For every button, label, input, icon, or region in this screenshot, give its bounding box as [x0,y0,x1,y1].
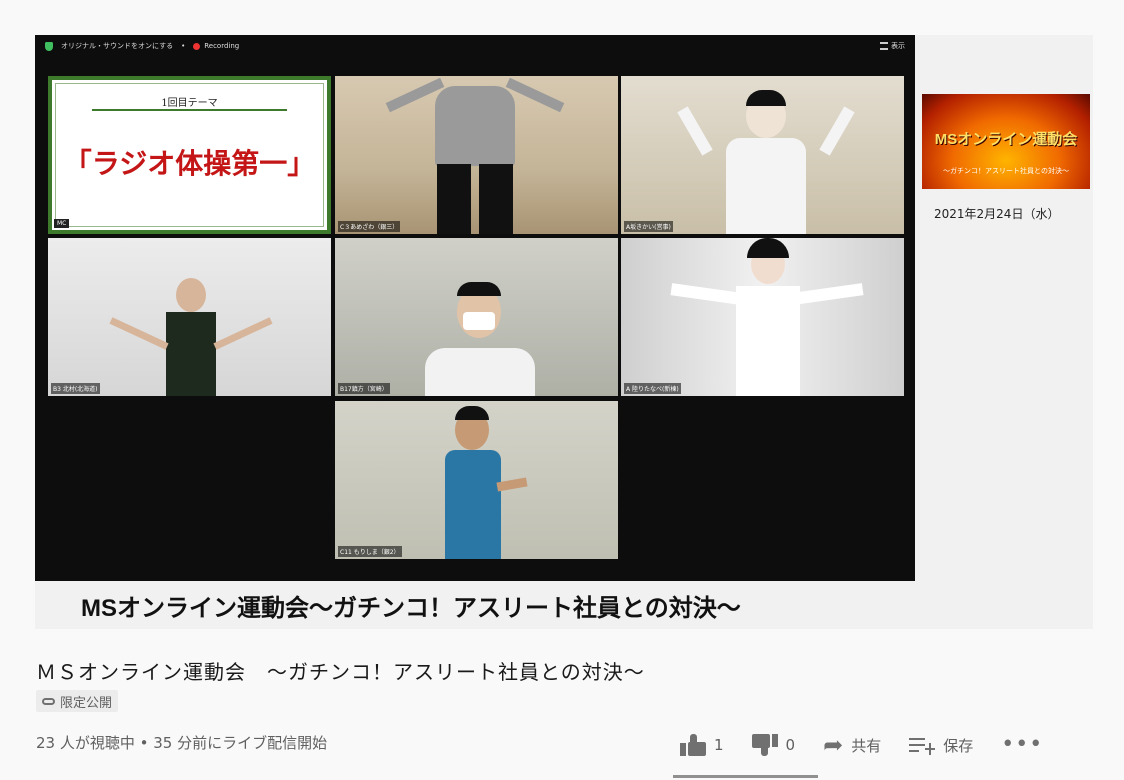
participant-name: A 陸りたなべ(新棟) [624,383,681,394]
participant-video [385,76,565,234]
participant-name: MC [54,219,70,228]
participant-tile: A坂きかい(営事) [621,76,904,234]
participant-name: A坂きかい(営事) [624,221,673,232]
view-count-info: 23 人が視聴中 • 35 分前にライブ配信開始 [36,734,328,752]
video-caption-text: MSオンライン運動会～ガチンコ！アスリート社員との対決～ [35,581,915,629]
visibility-label: 限定公開 [60,695,113,711]
view-label: 表示 [891,42,905,50]
visibility-badge: 限定公開 [36,690,119,712]
link-icon [42,697,55,705]
participant-name: B3 北村(北海道) [51,383,100,394]
dislike-button[interactable]: 0 [751,734,796,756]
share-button[interactable]: ➦ 共有 [823,733,881,757]
participant-tile: B3 北村(北海道) [48,238,331,396]
more-actions-button[interactable]: ••• [1001,734,1043,756]
theme-underline [92,109,287,111]
participant-tile-mc: 1回目テーマ 「ラジオ体操第一」 MC [48,76,331,234]
sidebar-thumbnail[interactable]: MSオンライン運動会 ～ガチンコ！アスリート社員との対決～ [922,94,1090,189]
participant-tile: B17鎮方（宮崎） [335,238,618,396]
participant-name: C11 もりしま（銀2） [338,546,402,557]
zoom-gallery-view: オリジナル・サウンドをオンにする • Recording 表示 1回目テーマ 「… [35,35,915,581]
participant-tile: C３あめざわ（銀三） [335,76,618,234]
participant-name: B17鎮方（宮崎） [338,383,390,394]
original-sound-toggle[interactable]: オリジナル・サウンドをオンにする [61,41,173,51]
playlist-add-icon [909,736,936,755]
save-label: 保存 [943,736,974,755]
like-count: 1 [714,736,724,754]
participant-tile: A 陸りたなべ(新棟) [621,238,904,396]
share-arrow-icon: ➦ [823,731,844,759]
action-bar: 1 0 ➦ 共有 保存 ••• [680,730,1071,760]
save-button[interactable]: 保存 [909,735,973,756]
zoom-top-bar: オリジナル・サウンドをオンにする • Recording 表示 [35,35,915,57]
thumbs-up-icon [680,734,706,756]
participant-video [677,86,855,234]
dislike-count: 0 [785,736,796,754]
recording-label: Recording [204,42,240,50]
share-label: 共有 [851,736,882,755]
sentiment-bar [673,775,818,778]
participant-tile: C11 もりしま（銀2） [335,401,618,559]
thumbnail-title: MSオンライン運動会 [934,131,1078,148]
sidebar-date: 2021年2月24日（水） [934,207,1060,221]
shield-icon [45,41,53,51]
theme-title: 「ラジオ体操第一」 [63,147,316,180]
thumbnail-subtitle: ～ガチンコ！アスリート社員との対決～ [943,167,1069,175]
theme-label: 1回目テーマ [161,98,218,109]
participant-video [425,406,535,559]
participant-video [425,278,535,396]
youtube-watch-page: オリジナル・サウンドをオンにする • Recording 表示 1回目テーマ 「… [0,0,1124,780]
thumbs-down-icon [751,734,778,756]
video-title: ＭＳオンライン運動会 ～ガチンコ！アスリート社員との対決～ [36,660,645,684]
separator-dot: • [181,42,186,50]
recording-dot-icon [193,42,201,50]
participant-name: C３あめざわ（銀三） [338,221,401,232]
like-button[interactable]: 1 [680,734,724,756]
grid-icon [880,42,888,50]
participant-video [670,238,864,396]
sentiment-bar-fill [673,775,818,778]
participant-video [109,268,273,396]
view-button[interactable]: 表示 [880,41,905,51]
more-icon: ••• [1001,732,1044,757]
